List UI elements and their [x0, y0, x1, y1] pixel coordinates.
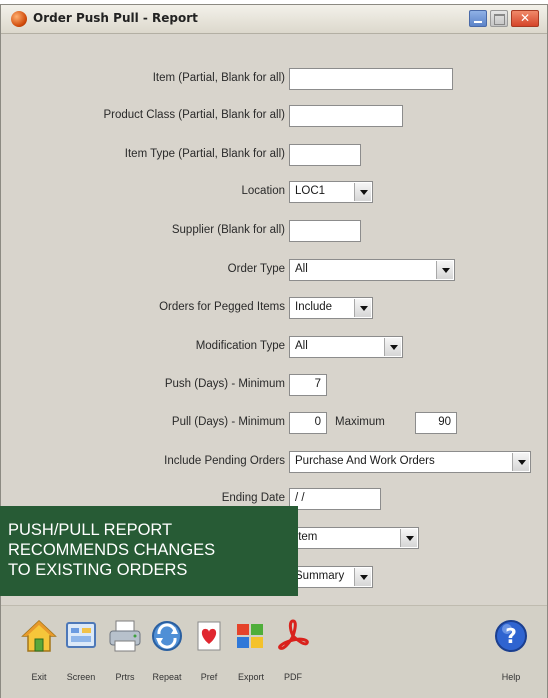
repeat-button[interactable]: Repeat: [147, 614, 187, 690]
order-type-row: Order Type All: [1, 257, 547, 283]
supplier-input[interactable]: [289, 220, 361, 242]
product-class-input[interactable]: [289, 105, 403, 127]
help-button[interactable]: ? Help: [491, 614, 531, 690]
caption-line: RECOMMENDS CHANGES: [8, 541, 216, 559]
pegged-items-label: Orders for Pegged Items: [159, 301, 285, 313]
minimize-button[interactable]: [469, 10, 487, 27]
location-label: Location: [241, 185, 285, 197]
chevron-down-icon[interactable]: [400, 529, 417, 547]
pull-days-row: Pull (Days) - Minimum 0 Maximum 90: [1, 410, 547, 436]
chevron-down-icon[interactable]: [512, 453, 529, 471]
chevron-down-icon[interactable]: [354, 299, 371, 317]
modification-type-row: Modification Type All: [1, 334, 547, 360]
order-type-select[interactable]: All: [289, 259, 455, 281]
sort-by-value: Item: [295, 531, 318, 543]
supplier-label: Supplier (Blank for all): [171, 224, 285, 236]
modification-type-select[interactable]: All: [289, 336, 403, 358]
modification-type-label: Modification Type: [195, 340, 285, 352]
printers-button[interactable]: Prtrs: [105, 614, 145, 690]
printer-icon: [109, 620, 141, 652]
chevron-down-icon[interactable]: [354, 568, 371, 586]
pending-orders-select[interactable]: Purchase And Work Orders: [289, 451, 531, 473]
pending-orders-value: Purchase And Work Orders: [295, 455, 435, 467]
product-class-label: Product Class (Partial, Blank for all): [103, 109, 285, 121]
pending-orders-row: Include Pending Orders Purchase And Work…: [1, 449, 547, 475]
help-icon: ?: [495, 620, 527, 652]
chevron-down-icon[interactable]: [384, 338, 401, 356]
location-select[interactable]: LOC1: [289, 181, 373, 203]
order-type-label: Order Type: [227, 263, 285, 275]
pegged-items-row: Orders for Pegged Items Include: [1, 295, 547, 321]
preferences-button[interactable]: Pref: [189, 614, 229, 690]
detail-value: Summary: [295, 570, 345, 582]
export-button[interactable]: Export: [231, 614, 271, 690]
item-type-label: Item Type (Partial, Blank for all): [124, 148, 285, 160]
product-class-row: Product Class (Partial, Blank for all): [1, 103, 547, 129]
export-icon: [237, 624, 263, 648]
item-input[interactable]: [289, 68, 453, 90]
screen-icon: [66, 622, 96, 648]
detail-select[interactable]: Summary: [289, 566, 373, 588]
modification-type-value: All: [295, 340, 308, 352]
caption-line: PUSH/PULL REPORT: [8, 521, 173, 539]
sort-by-select[interactable]: Item: [289, 527, 419, 549]
pull-days-label: Pull (Days) - Minimum: [171, 416, 285, 428]
screen-button[interactable]: Screen: [61, 614, 101, 690]
order-type-value: All: [295, 263, 308, 275]
item-type-input[interactable]: [289, 144, 361, 166]
location-row: Location LOC1: [1, 179, 547, 205]
exit-button[interactable]: Exit: [19, 614, 59, 690]
ending-date-label: Ending Date: [221, 492, 285, 504]
svg-text:?: ?: [505, 624, 517, 648]
push-days-input[interactable]: 7: [289, 374, 327, 396]
item-row: Item (Partial, Blank for all): [1, 66, 547, 92]
pull-days-minimum-input[interactable]: 0: [289, 412, 327, 434]
pdf-label: PDF: [284, 672, 302, 682]
pending-orders-label: Include Pending Orders: [164, 455, 285, 467]
chevron-down-icon[interactable]: [354, 183, 371, 201]
home-icon: [21, 619, 57, 652]
push-days-row: Push (Days) - Minimum 7: [1, 372, 547, 398]
caption-line: TO EXISTING ORDERS: [8, 561, 188, 579]
pegged-items-select[interactable]: Include: [289, 297, 373, 319]
chevron-down-icon[interactable]: [436, 261, 453, 279]
pull-days-maximum-label: Maximum: [335, 416, 385, 428]
item-label: Item (Partial, Blank for all): [152, 72, 285, 84]
pdf-button[interactable]: PDF: [273, 614, 313, 690]
close-button[interactable]: [511, 10, 539, 27]
title-bar[interactable]: Order Push Pull - Report: [1, 5, 547, 34]
location-value: LOC1: [295, 185, 326, 197]
supplier-row: Supplier (Blank for all): [1, 218, 547, 244]
preferences-icon: [197, 621, 221, 651]
pegged-items-value: Include: [295, 301, 333, 313]
item-type-row: Item Type (Partial, Blank for all): [1, 142, 547, 168]
toolbar: Exit Screen Prtrs Repeat Pref Export PDF…: [1, 605, 547, 698]
app-icon: [11, 11, 27, 27]
caption-overlay: PUSH/PULL REPORT RECOMMENDS CHANGES TO E…: [0, 506, 298, 596]
window-title: Order Push Pull - Report: [33, 11, 198, 25]
ending-date-input[interactable]: / /: [289, 488, 381, 510]
repeat-icon: [152, 621, 182, 651]
help-label: Help: [501, 672, 521, 682]
maximize-button[interactable]: [490, 10, 508, 27]
pull-days-maximum-input[interactable]: 90: [415, 412, 457, 434]
push-days-label: Push (Days) - Minimum: [164, 378, 285, 390]
pdf-icon: [278, 619, 309, 650]
